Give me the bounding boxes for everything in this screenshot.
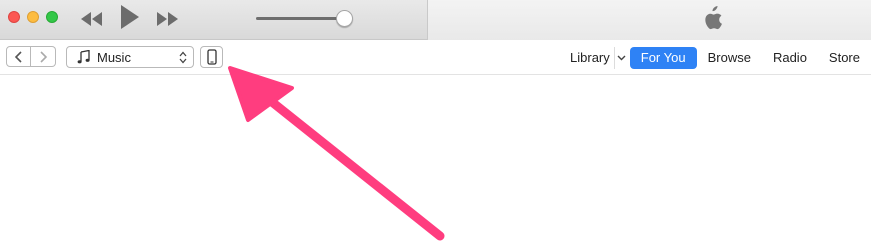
play-button[interactable]: [117, 4, 141, 29]
close-window-button[interactable]: [8, 11, 20, 23]
media-kind-select[interactable]: Music: [66, 46, 194, 68]
device-button[interactable]: [200, 46, 223, 68]
zoom-window-button[interactable]: [46, 11, 58, 23]
volume-slider[interactable]: [256, 10, 360, 28]
player-bar: [0, 0, 871, 40]
volume-knob[interactable]: [336, 10, 353, 27]
fast-forward-button[interactable]: [155, 7, 179, 31]
iphone-icon: [206, 49, 217, 65]
updown-chevron-icon: [179, 51, 187, 64]
media-kind-label: Music: [97, 49, 131, 65]
chevron-right-icon: [40, 50, 48, 63]
back-button[interactable]: [6, 46, 31, 67]
tab-browse[interactable]: Browse: [697, 47, 762, 69]
lcd-display: [427, 0, 871, 40]
minimize-window-button[interactable]: [27, 11, 39, 23]
rewind-button[interactable]: [80, 7, 104, 31]
rewind-icon: [81, 12, 102, 26]
tab-library[interactable]: Library: [559, 47, 614, 69]
forward-button[interactable]: [31, 46, 56, 67]
library-menu-button[interactable]: [613, 47, 628, 69]
toolbar: Music Library For You Browse Radio Store: [0, 41, 871, 75]
play-icon: [121, 5, 139, 29]
chevron-left-icon: [14, 50, 22, 63]
music-note-icon: [77, 50, 91, 64]
tab-radio[interactable]: Radio: [762, 47, 818, 69]
window-controls: [8, 11, 58, 23]
history-nav: [6, 46, 56, 67]
main-content: [0, 76, 871, 247]
fast-forward-icon: [157, 12, 178, 26]
chevron-down-icon: [617, 55, 626, 61]
tab-for-you[interactable]: For You: [629, 47, 697, 69]
tab-store[interactable]: Store: [818, 47, 871, 69]
section-tabs: Library For You Browse Radio Store: [559, 46, 871, 70]
apple-logo-icon: [705, 6, 722, 30]
itunes-window: Music Library For You Browse Radio Store: [0, 0, 871, 247]
